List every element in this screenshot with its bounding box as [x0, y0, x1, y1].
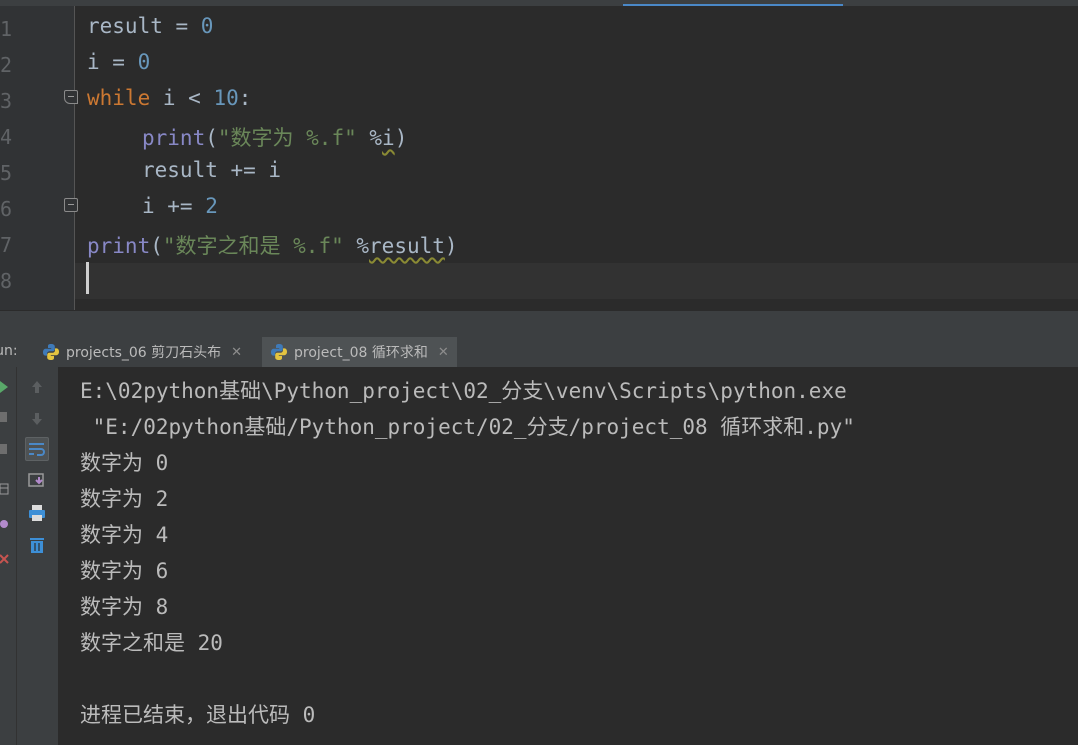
rerun-icon[interactable] [0, 381, 10, 393]
line-number: 5 [0, 161, 13, 185]
code-line-6: i += 2 [142, 194, 218, 218]
up-arrow-icon[interactable] [25, 375, 49, 399]
line-number: 1 [0, 17, 13, 41]
current-line-highlight [75, 263, 1078, 299]
pin-icon[interactable] [0, 519, 10, 531]
line-number: 2 [0, 53, 13, 77]
line-number: 7 [0, 233, 13, 257]
text-caret [86, 262, 89, 294]
soft-wrap-icon[interactable] [25, 437, 49, 461]
run-tab-project-08[interactable]: project_08 循环求和 ✕ [262, 337, 457, 367]
trash-icon[interactable] [25, 533, 49, 557]
panel-splitter[interactable] [0, 310, 1078, 338]
fold-end-icon[interactable] [64, 198, 78, 212]
console-toolbar [17, 367, 59, 745]
run-tab-projects-06[interactable]: projects_06 剪刀石头布 ✕ [34, 337, 250, 367]
stop-icon[interactable] [0, 411, 10, 423]
code-line-2: i = 0 [87, 50, 151, 74]
print-icon[interactable] [25, 501, 49, 525]
line-number-gutter: 1 2 3 4 5 6 7 8 [0, 6, 78, 310]
line-number: 4 [0, 125, 13, 149]
down-arrow-icon[interactable] [25, 407, 49, 431]
fold-collapse-icon[interactable] [64, 90, 78, 104]
code-line-7: print("数字之和是 %.f" %result) [87, 234, 458, 258]
line-number: 6 [0, 197, 13, 221]
console-line: E:\02python基础\Python_project\02_分支\venv\… [80, 379, 847, 403]
console-line: 数字为 0 [80, 451, 169, 475]
line-number: 3 [0, 89, 13, 113]
run-toolbar-left [0, 367, 17, 745]
close-icon[interactable] [0, 553, 10, 565]
line-number: 8 [0, 269, 13, 293]
code-editor[interactable]: 1 2 3 4 5 6 7 8 result = 0 i = 0 while i… [0, 6, 1078, 310]
run-tab-label: project_08 循环求和 [294, 345, 428, 361]
run-tab-label: projects_06 剪刀石头布 [66, 345, 222, 361]
console-line: 进程已结束，退出代码 0 [80, 703, 316, 727]
code-line-5: result += i [142, 158, 282, 182]
console-line: 数字为 8 [80, 595, 169, 619]
close-icon[interactable]: ✕ [438, 345, 449, 360]
run-label: Run: [0, 343, 18, 359]
code-line-4: print("数字为 %.f" %i) [142, 126, 408, 150]
console-line: "E:/02python基础/Python_project/02_分支/proj… [80, 415, 855, 439]
scroll-to-end-icon[interactable] [25, 469, 49, 493]
console-line: 数字之和是 20 [80, 631, 223, 655]
python-file-icon [43, 344, 59, 360]
code-line-1: result = 0 [87, 14, 214, 38]
console-line: 数字为 2 [80, 487, 169, 511]
code-line-3: while i < 10: [87, 86, 252, 110]
layout-icon[interactable] [0, 483, 10, 495]
close-icon[interactable]: ✕ [231, 345, 242, 360]
pause-icon[interactable] [0, 443, 10, 455]
console-line: 数字为 6 [80, 559, 169, 583]
console-line: 数字为 4 [80, 523, 169, 547]
console-output[interactable]: E:\02python基础\Python_project\02_分支\venv\… [58, 367, 1078, 745]
run-tool-window-header: Run: projects_06 剪刀石头布 ✕ project_08 循环求和… [0, 337, 1078, 368]
python-file-icon [271, 344, 287, 360]
